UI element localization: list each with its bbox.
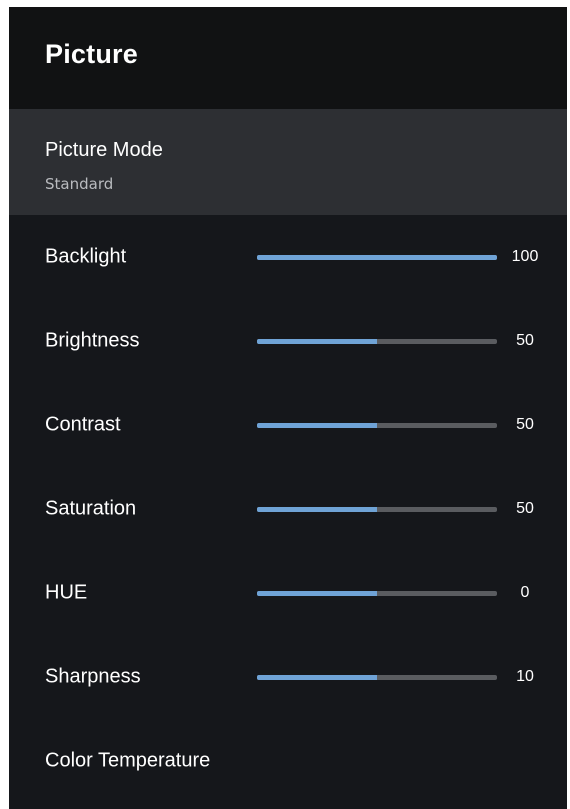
backlight-slider[interactable]: [257, 255, 497, 260]
backlight-value: 100: [511, 248, 539, 265]
picture-settings-panel: Picture Picture Mode Standard Backlight …: [9, 7, 567, 809]
contrast-value: 50: [516, 416, 534, 433]
picture-mode-label: Picture Mode: [45, 139, 163, 161]
hue-value: 0: [520, 584, 530, 601]
contrast-item[interactable]: Contrast 50: [9, 383, 567, 467]
brightness-value: 50: [516, 332, 534, 349]
backlight-label: Backlight: [45, 245, 127, 268]
sharpness-value: 10: [516, 668, 534, 685]
hue-label: HUE: [45, 581, 88, 604]
backlight-item[interactable]: Backlight 100: [9, 215, 567, 299]
color-temperature-label: Color Temperature: [45, 749, 211, 772]
sharpness-label: Sharpness: [45, 665, 141, 688]
saturation-item[interactable]: Saturation 50: [9, 467, 567, 551]
contrast-label: Contrast: [45, 413, 121, 436]
contrast-slider-fill: [257, 423, 377, 428]
brightness-slider[interactable]: [257, 339, 497, 344]
backlight-slider-fill: [257, 255, 497, 260]
sharpness-item[interactable]: Sharpness 10: [9, 635, 567, 719]
hue-item[interactable]: HUE 0: [9, 551, 567, 635]
panel-header: Picture: [9, 7, 567, 109]
saturation-value: 50: [516, 500, 534, 517]
picture-mode-item[interactable]: Picture Mode Standard: [9, 109, 567, 215]
color-temperature-item[interactable]: Color Temperature: [9, 719, 567, 803]
sharpness-slider[interactable]: [257, 675, 497, 680]
page-title: Picture: [45, 39, 138, 69]
saturation-label: Saturation: [45, 497, 137, 520]
picture-mode-value: Standard: [45, 175, 114, 193]
saturation-slider[interactable]: [257, 507, 497, 512]
contrast-slider[interactable]: [257, 423, 497, 428]
brightness-label: Brightness: [45, 329, 140, 352]
brightness-item[interactable]: Brightness 50: [9, 299, 567, 383]
hue-slider-fill: [257, 591, 377, 596]
sharpness-slider-fill: [257, 675, 377, 680]
hue-slider[interactable]: [257, 591, 497, 596]
brightness-slider-fill: [257, 339, 377, 344]
saturation-slider-fill: [257, 507, 377, 512]
